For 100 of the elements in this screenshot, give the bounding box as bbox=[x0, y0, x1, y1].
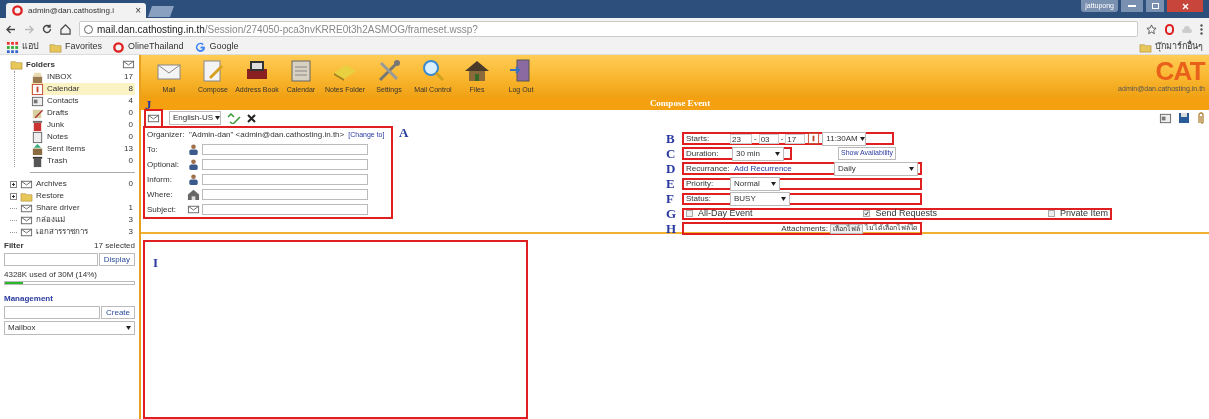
annotation-letter: E bbox=[666, 177, 676, 190]
caret-icon bbox=[771, 181, 776, 186]
menu-icon[interactable] bbox=[1200, 23, 1203, 35]
date-separator: - bbox=[754, 132, 757, 145]
send-button[interactable] bbox=[144, 108, 163, 128]
organizer-value: "Admin-dan" <admin@dan.cathosting.in.th> bbox=[189, 129, 345, 141]
checkbox[interactable] bbox=[863, 210, 871, 217]
field-label: Where: bbox=[147, 188, 174, 201]
mailbox-select[interactable]: Mailbox bbox=[4, 321, 135, 335]
checkbox-label: Private Item bbox=[1060, 206, 1108, 220]
folder-item[interactable]: Junk 0 bbox=[31, 119, 135, 131]
folder-name-field[interactable] bbox=[4, 306, 100, 319]
date-separator: - bbox=[780, 132, 784, 145]
folder-item[interactable]: Share driver 1 bbox=[10, 202, 135, 214]
text-field[interactable] bbox=[202, 204, 368, 215]
mail-icon bbox=[187, 203, 200, 216]
close-icon[interactable]: × bbox=[135, 3, 141, 18]
minimize-button[interactable] bbox=[1121, 0, 1143, 12]
field-label: Organizer: bbox=[147, 129, 185, 141]
paperclip-icon[interactable] bbox=[1196, 111, 1206, 125]
recurrence-select[interactable]: Daily bbox=[834, 161, 918, 176]
caret-icon bbox=[215, 116, 220, 120]
home-icon[interactable] bbox=[60, 23, 71, 35]
star-icon[interactable] bbox=[1146, 23, 1157, 35]
text-field[interactable] bbox=[202, 189, 368, 200]
apps-icon bbox=[6, 40, 19, 54]
folder-item[interactable]: Calendar 8 bbox=[31, 83, 135, 95]
sent-icon bbox=[31, 142, 44, 156]
expand-icon[interactable] bbox=[10, 180, 17, 188]
display-button[interactable]: Display bbox=[98, 253, 135, 266]
folder-item[interactable]: Trash 0 bbox=[31, 155, 135, 167]
caret-icon bbox=[775, 151, 780, 156]
bookmark[interactable]: OlineThailand bbox=[112, 40, 184, 54]
other-bookmarks[interactable]: บุ๊กมาร์กอื่นๆ bbox=[1139, 40, 1203, 54]
annotation-letter: G bbox=[666, 207, 678, 220]
checkbox[interactable] bbox=[686, 210, 693, 217]
folders-title: Folders bbox=[26, 58, 56, 71]
expand-icon[interactable] bbox=[10, 192, 17, 200]
person-icon bbox=[187, 143, 200, 156]
bookmark[interactable]: Google bbox=[193, 40, 239, 54]
bookmark[interactable]: แอป bbox=[6, 40, 39, 54]
management-title: Management bbox=[4, 293, 54, 305]
folder-item[interactable]: เอกสารราชการ 3 bbox=[10, 226, 135, 238]
close-icon[interactable] bbox=[247, 113, 256, 123]
field-label: Status: bbox=[686, 192, 712, 205]
new-tab-button[interactable] bbox=[148, 6, 174, 17]
folder-item[interactable]: Archives 0 bbox=[10, 178, 135, 190]
field-label: Optional: bbox=[147, 158, 181, 171]
filter-field[interactable] bbox=[4, 253, 98, 266]
junk-icon bbox=[31, 118, 44, 132]
browser-tab[interactable]: admin@dan.cathosting.i × bbox=[6, 3, 146, 18]
close-button[interactable] bbox=[1167, 0, 1203, 12]
annotation-letter: J bbox=[145, 97, 152, 112]
caret-icon bbox=[859, 136, 865, 141]
checkbox[interactable] bbox=[1048, 210, 1055, 217]
restore-button[interactable] bbox=[1146, 0, 1164, 12]
folder-item[interactable]: Notes 0 bbox=[31, 131, 135, 143]
time-select[interactable]: 11:30AM bbox=[822, 131, 867, 146]
folders-icon bbox=[10, 58, 23, 71]
caret-icon bbox=[781, 196, 786, 201]
back-icon[interactable] bbox=[6, 24, 16, 34]
folder-item[interactable]: Restore bbox=[10, 190, 135, 202]
duration-select[interactable]: 30 min bbox=[732, 146, 784, 161]
text-field[interactable] bbox=[202, 159, 368, 170]
field-label: Attachments: bbox=[781, 222, 828, 235]
annotation-letter: A bbox=[399, 126, 410, 139]
text-field[interactable] bbox=[202, 174, 368, 185]
folder-item[interactable]: กล่องแม่ 3 bbox=[10, 214, 135, 226]
person-icon bbox=[187, 173, 200, 186]
folder-item[interactable]: Drafts 0 bbox=[31, 107, 135, 119]
annotation-letter: C bbox=[666, 147, 677, 160]
person-icon bbox=[187, 158, 200, 171]
bookmark[interactable]: Favorites bbox=[49, 40, 102, 54]
inbox-icon bbox=[31, 70, 44, 84]
annotation-letter: F bbox=[666, 192, 675, 205]
folder-item[interactable]: INBOX 17 bbox=[31, 71, 135, 83]
day-field[interactable]: 23 bbox=[730, 133, 752, 144]
field-label: Subject: bbox=[147, 203, 177, 216]
address-bar[interactable]: mail.dan.cathosting.in.th/Session/274050-pca3nvKRRE0t3h2ASMOG/frameset.wssp? bbox=[79, 21, 1138, 37]
language-select[interactable]: English-US bbox=[169, 111, 221, 125]
field-label: To: bbox=[147, 143, 159, 156]
reload-icon[interactable] bbox=[42, 24, 52, 34]
month-field[interactable]: 03 bbox=[758, 133, 779, 144]
folder-item[interactable]: Sent Items 13 bbox=[31, 143, 135, 155]
spellcheck-icon[interactable] bbox=[227, 112, 241, 124]
checkbox-label: All-Day Event bbox=[698, 206, 753, 220]
add-recurrence-link[interactable]: Add Recurrence bbox=[734, 162, 834, 175]
create-button[interactable]: Create bbox=[101, 306, 135, 319]
forward-icon[interactable] bbox=[24, 24, 34, 34]
opera-icon[interactable] bbox=[1165, 23, 1174, 35]
folder-item[interactable]: Contacts 4 bbox=[31, 95, 135, 107]
year-field[interactable]: 17 bbox=[785, 133, 806, 144]
logo: CAT bbox=[1155, 58, 1205, 85]
text-field[interactable] bbox=[202, 144, 368, 155]
priority-select[interactable]: Normal bbox=[730, 176, 780, 191]
message-body-field[interactable]: I bbox=[143, 240, 528, 419]
field-label: Starts: bbox=[686, 132, 711, 145]
close-icon bbox=[1181, 2, 1189, 10]
save-icon[interactable] bbox=[1178, 112, 1190, 124]
status-select[interactable]: BUSY bbox=[730, 191, 790, 206]
